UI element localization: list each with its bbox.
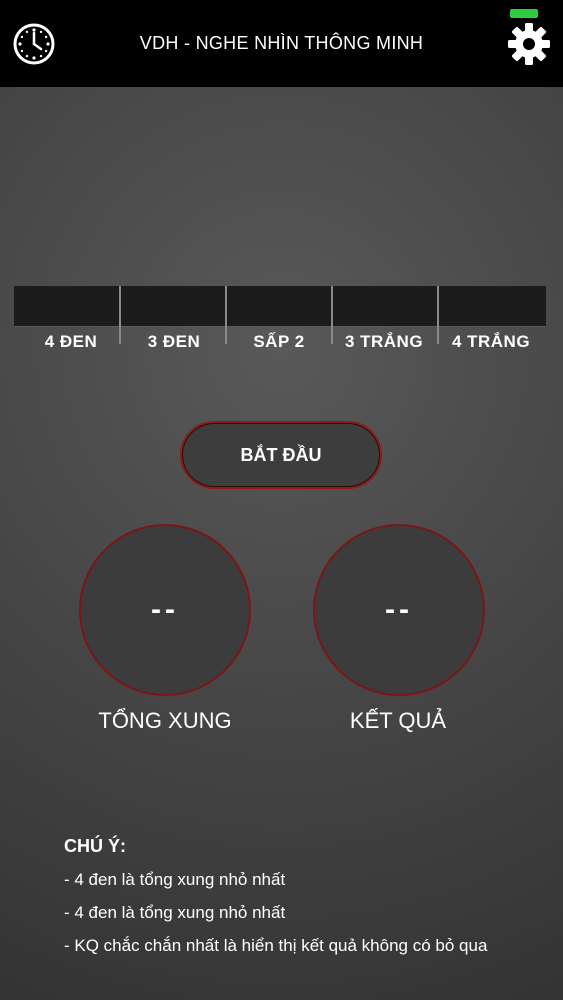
total-pulse-label: TỔNG XUNG (98, 708, 232, 733)
start-button[interactable]: BẮT ĐẦU (180, 421, 382, 489)
result-label: KẾT QUẢ (349, 708, 447, 733)
meter-label-4-trang: 4 TRẮNG (451, 332, 531, 351)
notes-section: CHÚ Ý: - 4 đen là tổng xung nhỏ nhất - 4… (64, 836, 514, 968)
total-pulse-display: -- (79, 524, 251, 696)
gear-icon[interactable] (506, 21, 552, 67)
note-line: - 4 đen là tổng xung nhỏ nhất (64, 870, 286, 889)
note-line: - 4 đen là tổng xung nhỏ nhất (64, 903, 286, 922)
notes-title: CHÚ Ý: (64, 836, 126, 856)
meter-label-3-den: 3 ĐEN (147, 332, 201, 351)
result-meter-bar (14, 286, 546, 326)
app-title: VDH - NGHE NHÌN THÔNG MINH (139, 33, 424, 53)
meter-label-3-trang: 3 TRẮNG (344, 332, 424, 351)
result-display: -- (313, 524, 485, 696)
meter-label-sap-2: SẤP 2 (253, 332, 305, 351)
battery-indicator (510, 9, 538, 18)
note-line: - KQ chắc chắn nhất là hiển thị kết quả … (64, 936, 488, 955)
meter-label-4-den: 4 ĐEN (44, 332, 98, 351)
app-header: VDH - NGHE NHÌN THÔNG MINH (0, 0, 563, 87)
